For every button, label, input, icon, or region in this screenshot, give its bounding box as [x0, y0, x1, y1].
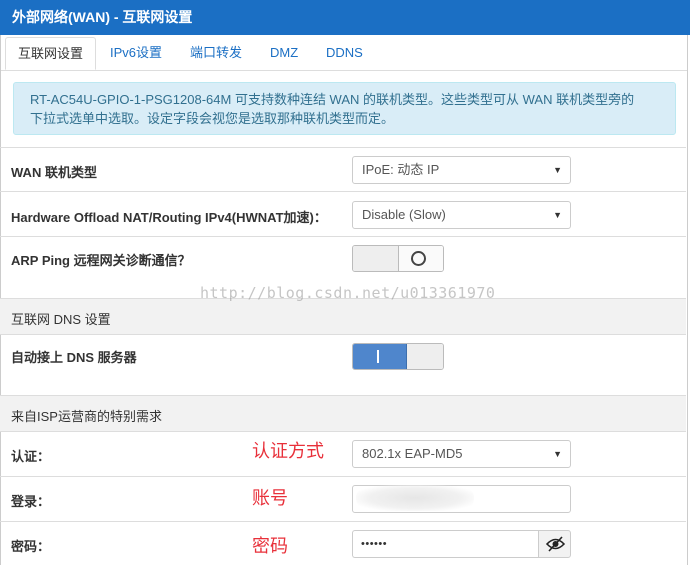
dns-auto-toggle[interactable] [352, 343, 444, 370]
dns-section-title: 互联网 DNS 设置 [11, 312, 111, 327]
wan-type-value: IPoE: 动态 IP [362, 162, 440, 177]
eye-icon [545, 536, 566, 552]
caret-down-icon: ▼ [553, 210, 562, 220]
tab-dmz[interactable]: DMZ [258, 37, 310, 70]
info-text-line2: 下拉式选单中选取。设定字段会视您是选取那种联机类型而定。 [30, 111, 395, 126]
annotation-login: 账号 [252, 488, 288, 509]
hwnat-label: Hardware Offload NAT/Routing IPv4(HWNAT加… [11, 210, 327, 225]
login-label: 登录： [11, 494, 51, 509]
redacted-account-blur [356, 485, 474, 511]
login-row: 登录： [0, 476, 686, 521]
annotation-password: 密码 [252, 536, 288, 557]
watermark: http://blog.csdn.net/u013361970 [200, 284, 496, 302]
show-password-button[interactable] [538, 530, 571, 558]
caret-down-icon: ▼ [553, 165, 562, 175]
dns-auto-row: 自动接上 DNS 服务器 [0, 334, 686, 395]
tab-ddns[interactable]: DDNS [314, 37, 375, 70]
hwnat-select[interactable]: Disable (Slow) ▼ [352, 201, 571, 229]
dns-auto-label: 自动接上 DNS 服务器 [11, 350, 137, 365]
wan-type-label: WAN 联机类型 [11, 165, 97, 180]
tab-port-forwarding[interactable]: 端口转发 [178, 37, 254, 70]
auth-row: 认证： 802.1x EAP-MD5 ▼ [0, 431, 686, 476]
password-row: 密码： •••••• [0, 521, 686, 565]
info-alert: RT-AC54U-GPIO-1-PSG1208-64M 可支持数种连结 WAN … [13, 82, 676, 135]
isp-section-header: 来自ISP运营商的特别需求 [0, 395, 686, 431]
isp-section-title: 来自ISP运营商的特别需求 [11, 409, 162, 424]
auth-label: 认证： [11, 449, 51, 464]
arp-ping-label: ARP Ping 远程网关诊断通信？ [11, 253, 191, 268]
tab-bar: 互联网设置 IPv6设置 端口转发 DMZ DDNS [1, 35, 687, 71]
tab-internet-settings[interactable]: 互联网设置 [5, 37, 97, 70]
window-title: 外部网络(WAN) - 互联网设置 [0, 0, 690, 35]
bar-icon [377, 350, 379, 363]
password-group: •••••• [352, 530, 571, 558]
hwnat-row: Hardware Offload NAT/Routing IPv4(HWNAT加… [0, 191, 686, 236]
caret-down-icon: ▼ [553, 449, 562, 459]
arp-ping-toggle[interactable] [352, 245, 444, 272]
auth-select[interactable]: 802.1x EAP-MD5 ▼ [352, 440, 571, 468]
wan-type-select[interactable]: IPoE: 动态 IP ▼ [352, 156, 571, 184]
annotation-auth: 认证方式 [252, 441, 324, 462]
hwnat-value: Disable (Slow) [362, 207, 446, 222]
dns-section-header: 互联网 DNS 设置 [0, 298, 686, 334]
password-input[interactable]: •••••• [352, 530, 538, 558]
tab-ipv6-settings[interactable]: IPv6设置 [98, 37, 174, 70]
password-label: 密码： [11, 539, 51, 554]
ring-icon [411, 251, 426, 266]
auth-value: 802.1x EAP-MD5 [362, 446, 463, 461]
info-text-line1: RT-AC54U-GPIO-1-PSG1208-64M 可支持数种连结 WAN … [30, 92, 635, 107]
wan-type-row: WAN 联机类型 IPoE: 动态 IP ▼ [0, 147, 686, 191]
